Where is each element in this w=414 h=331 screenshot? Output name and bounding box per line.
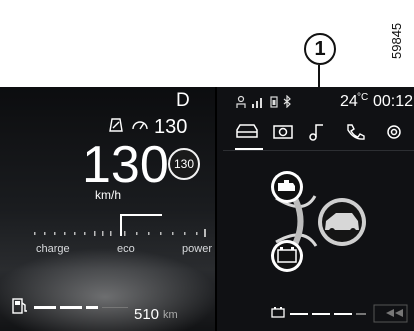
outside-temperature: 24 — [340, 93, 358, 110]
gear-indicator: D — [176, 90, 190, 111]
signal-icon — [251, 96, 265, 111]
range-unit: km — [163, 309, 178, 321]
clock: 00:12 — [373, 93, 414, 110]
tab-underline — [223, 150, 414, 151]
gauge-labels: charge eco power — [36, 243, 212, 255]
gauge-label-charge: charge — [36, 243, 70, 255]
gauge-label-eco: eco — [116, 243, 135, 255]
callout-marker: 1 — [304, 33, 336, 65]
user-icon — [236, 95, 246, 112]
current-speed: 130 — [82, 136, 169, 194]
engine-warning-icon[interactable] — [271, 171, 303, 203]
music-icon[interactable] — [309, 124, 323, 141]
vehicle-status-diagram — [258, 160, 388, 280]
bluetooth-icon — [283, 94, 291, 111]
camera-icon[interactable] — [273, 125, 293, 139]
speed-unit: km/h — [95, 188, 122, 202]
status-icons — [236, 94, 291, 112]
battery-icon — [271, 307, 285, 318]
car-icon[interactable] — [236, 124, 258, 138]
figure-number-text: 59845 — [389, 23, 404, 59]
bottom-status-row — [270, 301, 410, 325]
phone-battery-icon — [270, 95, 278, 111]
settings-icon[interactable] — [387, 125, 401, 139]
fuel-pump-icon — [10, 296, 30, 321]
tab-bar — [230, 120, 410, 146]
battery-level-bar — [290, 313, 366, 315]
range-bar-icon — [30, 299, 130, 317]
power-gauge — [32, 210, 208, 246]
vehicle-icon[interactable] — [318, 198, 366, 246]
figure-number: 59845 — [386, 4, 408, 64]
rewind-icon[interactable] — [373, 304, 408, 323]
range-row — [10, 296, 130, 321]
phone-icon[interactable] — [347, 124, 365, 140]
gauge-label-power: power — [182, 243, 212, 255]
speed-limit-sign: 130 — [168, 148, 200, 180]
callout-number: 1 — [314, 37, 326, 60]
speed-limit-sign-value: 130 — [173, 157, 195, 171]
battery-warning-icon[interactable] — [271, 240, 303, 272]
temperature-unit: °C — [357, 92, 369, 103]
range-value: 510 — [134, 306, 160, 323]
